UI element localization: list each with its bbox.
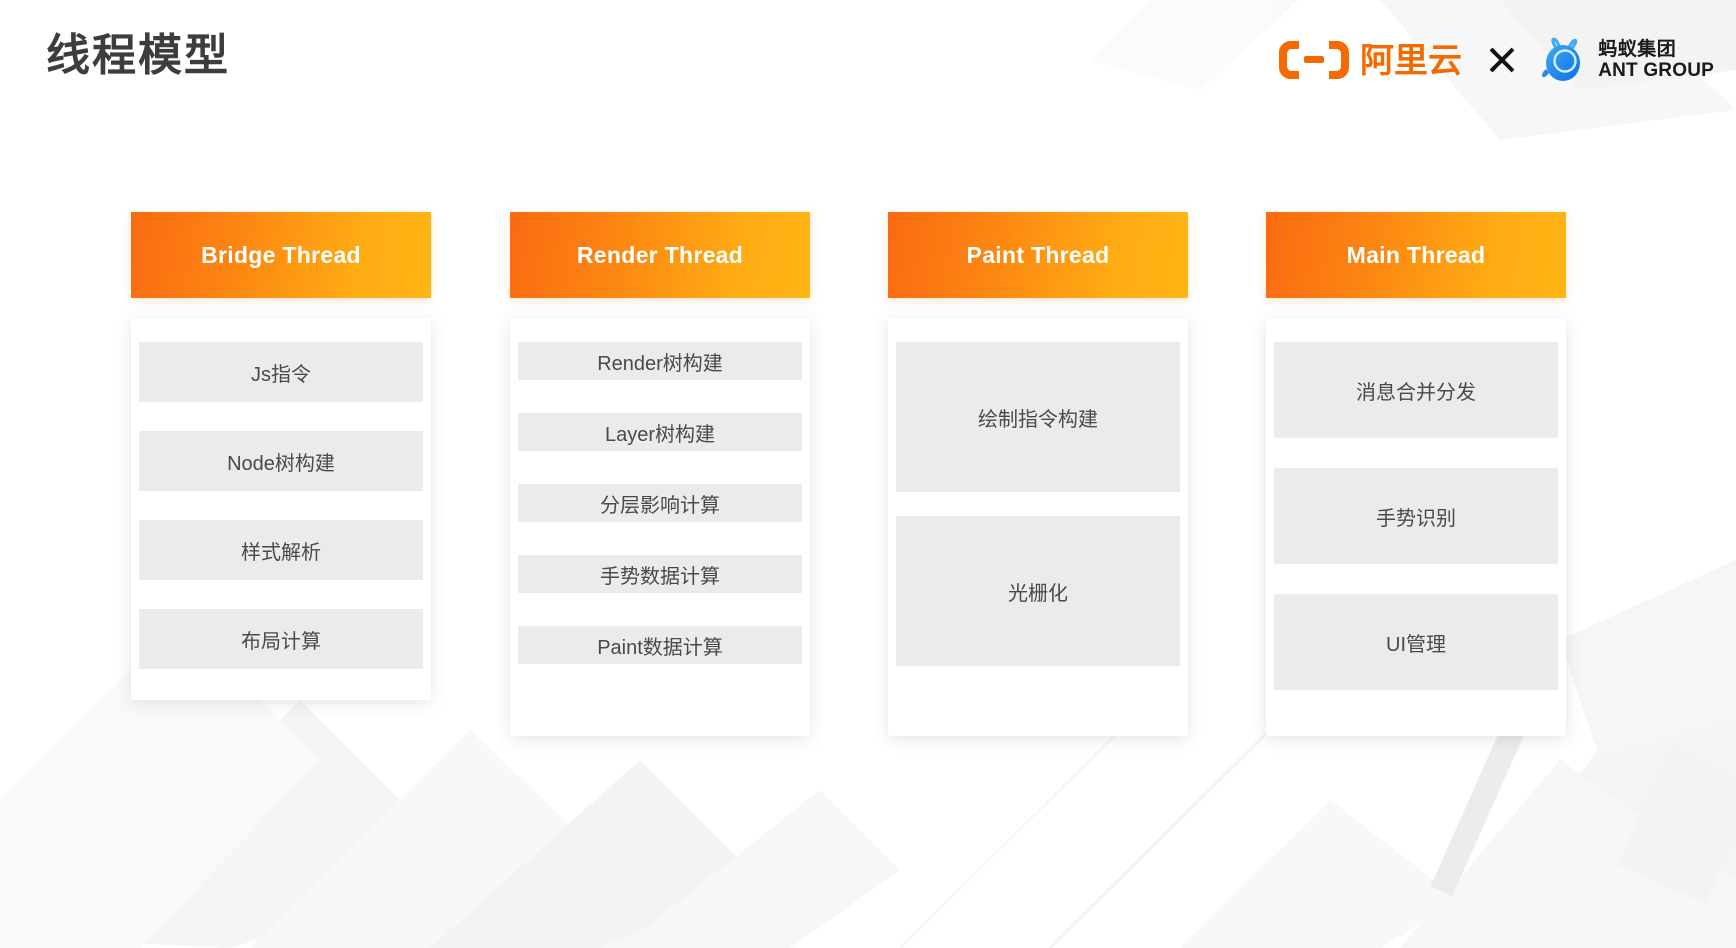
thread-task-item[interactable]: Layer树构建 [518,413,802,451]
ant-group-logo: 蚂蚁集团 ANT GROUP [1540,36,1714,84]
column-title: Render Thread [576,241,744,268]
thread-column-render-thread: Render Thread Render树构建 Layer树构建 分层影响计算 手势数据… [510,212,810,736]
thread-task-label: Render树构建 [597,352,723,375]
column-header-render-thread[interactable]: Render Thread [510,212,810,298]
column-header-main-thread[interactable]: Main Thread [1266,212,1566,298]
column-card-render-thread: Render树构建 Layer树构建 分层影响计算 手势数据计算 Paint数据计算 [510,318,810,736]
svg-text:阿里云: 阿里云 [1360,42,1462,80]
column-title: Paint Thread [966,241,1110,268]
ant-group-name-en: ANT GROUP [1598,60,1714,81]
aliyun-logo: 阿里云 [1277,38,1464,82]
column-title: Bridge Thread [201,241,361,268]
thread-task-item[interactable]: Node树构建 [139,431,423,491]
thread-task-label: 手势识别 [1376,507,1456,530]
x-cross-icon [1489,47,1515,73]
thread-task-label: 样式解析 [241,541,321,564]
column-header-bridge-thread[interactable]: Bridge Thread [131,212,431,298]
column-title: Main Thread [1346,241,1486,268]
ant-group-ant-icon [1542,37,1581,81]
column-card-paint-thread: 绘制指令构建 光栅化 [888,318,1188,736]
thread-task-item[interactable]: UI管理 [1274,594,1558,690]
thread-task-item[interactable]: 光栅化 [896,516,1180,666]
thread-task-item[interactable]: 手势数据计算 [518,555,802,593]
thread-task-item[interactable]: 样式解析 [139,520,423,580]
thread-task-label: 光栅化 [1008,582,1068,605]
thread-task-item[interactable]: Paint数据计算 [518,626,802,664]
thread-task-label: UI管理 [1386,633,1446,656]
column-header-paint-thread[interactable]: Paint Thread [888,212,1188,298]
thread-task-item[interactable]: 绘制指令构建 [896,342,1180,492]
thread-task-item[interactable]: 分层影响计算 [518,484,802,522]
thread-task-item[interactable]: Render树构建 [518,342,802,380]
thread-column-bridge-thread: Bridge Thread Js指令 Node树构建 样式解析布局计算 [131,212,431,700]
brand-lockup: 阿里云 蚂蚁集团 ANT GROUP [1277,36,1714,84]
column-card-bridge-thread: Js指令 Node树构建 样式解析布局计算 [131,318,431,700]
slide-header: 线程模型 阿里云 蚂蚁集团 ANT GROUP [0,0,1736,130]
thread-task-item[interactable]: 布局计算 [139,609,423,669]
aliyun-bracket-icon [1279,41,1350,79]
thread-task-label: Node树构建 [227,452,335,475]
thread-task-item[interactable]: 消息合并分发 [1274,342,1558,438]
thread-task-label: 手势数据计算 [600,565,720,588]
page-title: 线程模型 [46,31,230,80]
aliyun-wordmark: 阿里云 [1360,42,1462,80]
ant-group-wordmark: 蚂蚁集团 ANT GROUP [1598,40,1714,80]
thread-column-main-thread: Main Thread 消息合并分发 手势识别 UI管理 [1266,212,1566,736]
thread-task-label: 绘制指令构建 [978,408,1098,431]
thread-task-item[interactable]: 手势识别 [1274,468,1558,564]
thread-task-label: Layer树构建 [604,423,716,446]
thread-task-label: Paint数据计算 [597,636,723,659]
ant-group-name-cn: 蚂蚁集团 [1598,39,1677,60]
thread-column-paint-thread: Paint Thread 绘制指令构建 光栅化 [888,212,1188,736]
thread-columns-container: Bridge Thread Js指令 Node树构建 样式解析布局计算 Render T… [0,212,1736,736]
thread-task-label: 分层影响计算 [600,494,720,517]
thread-task-label: 消息合并分发 [1356,381,1476,404]
thread-task-label: Js指令 [251,363,311,386]
column-card-main-thread: 消息合并分发 手势识别 UI管理 [1266,318,1566,736]
thread-task-label: 布局计算 [241,630,321,653]
thread-task-item[interactable]: Js指令 [139,342,423,402]
